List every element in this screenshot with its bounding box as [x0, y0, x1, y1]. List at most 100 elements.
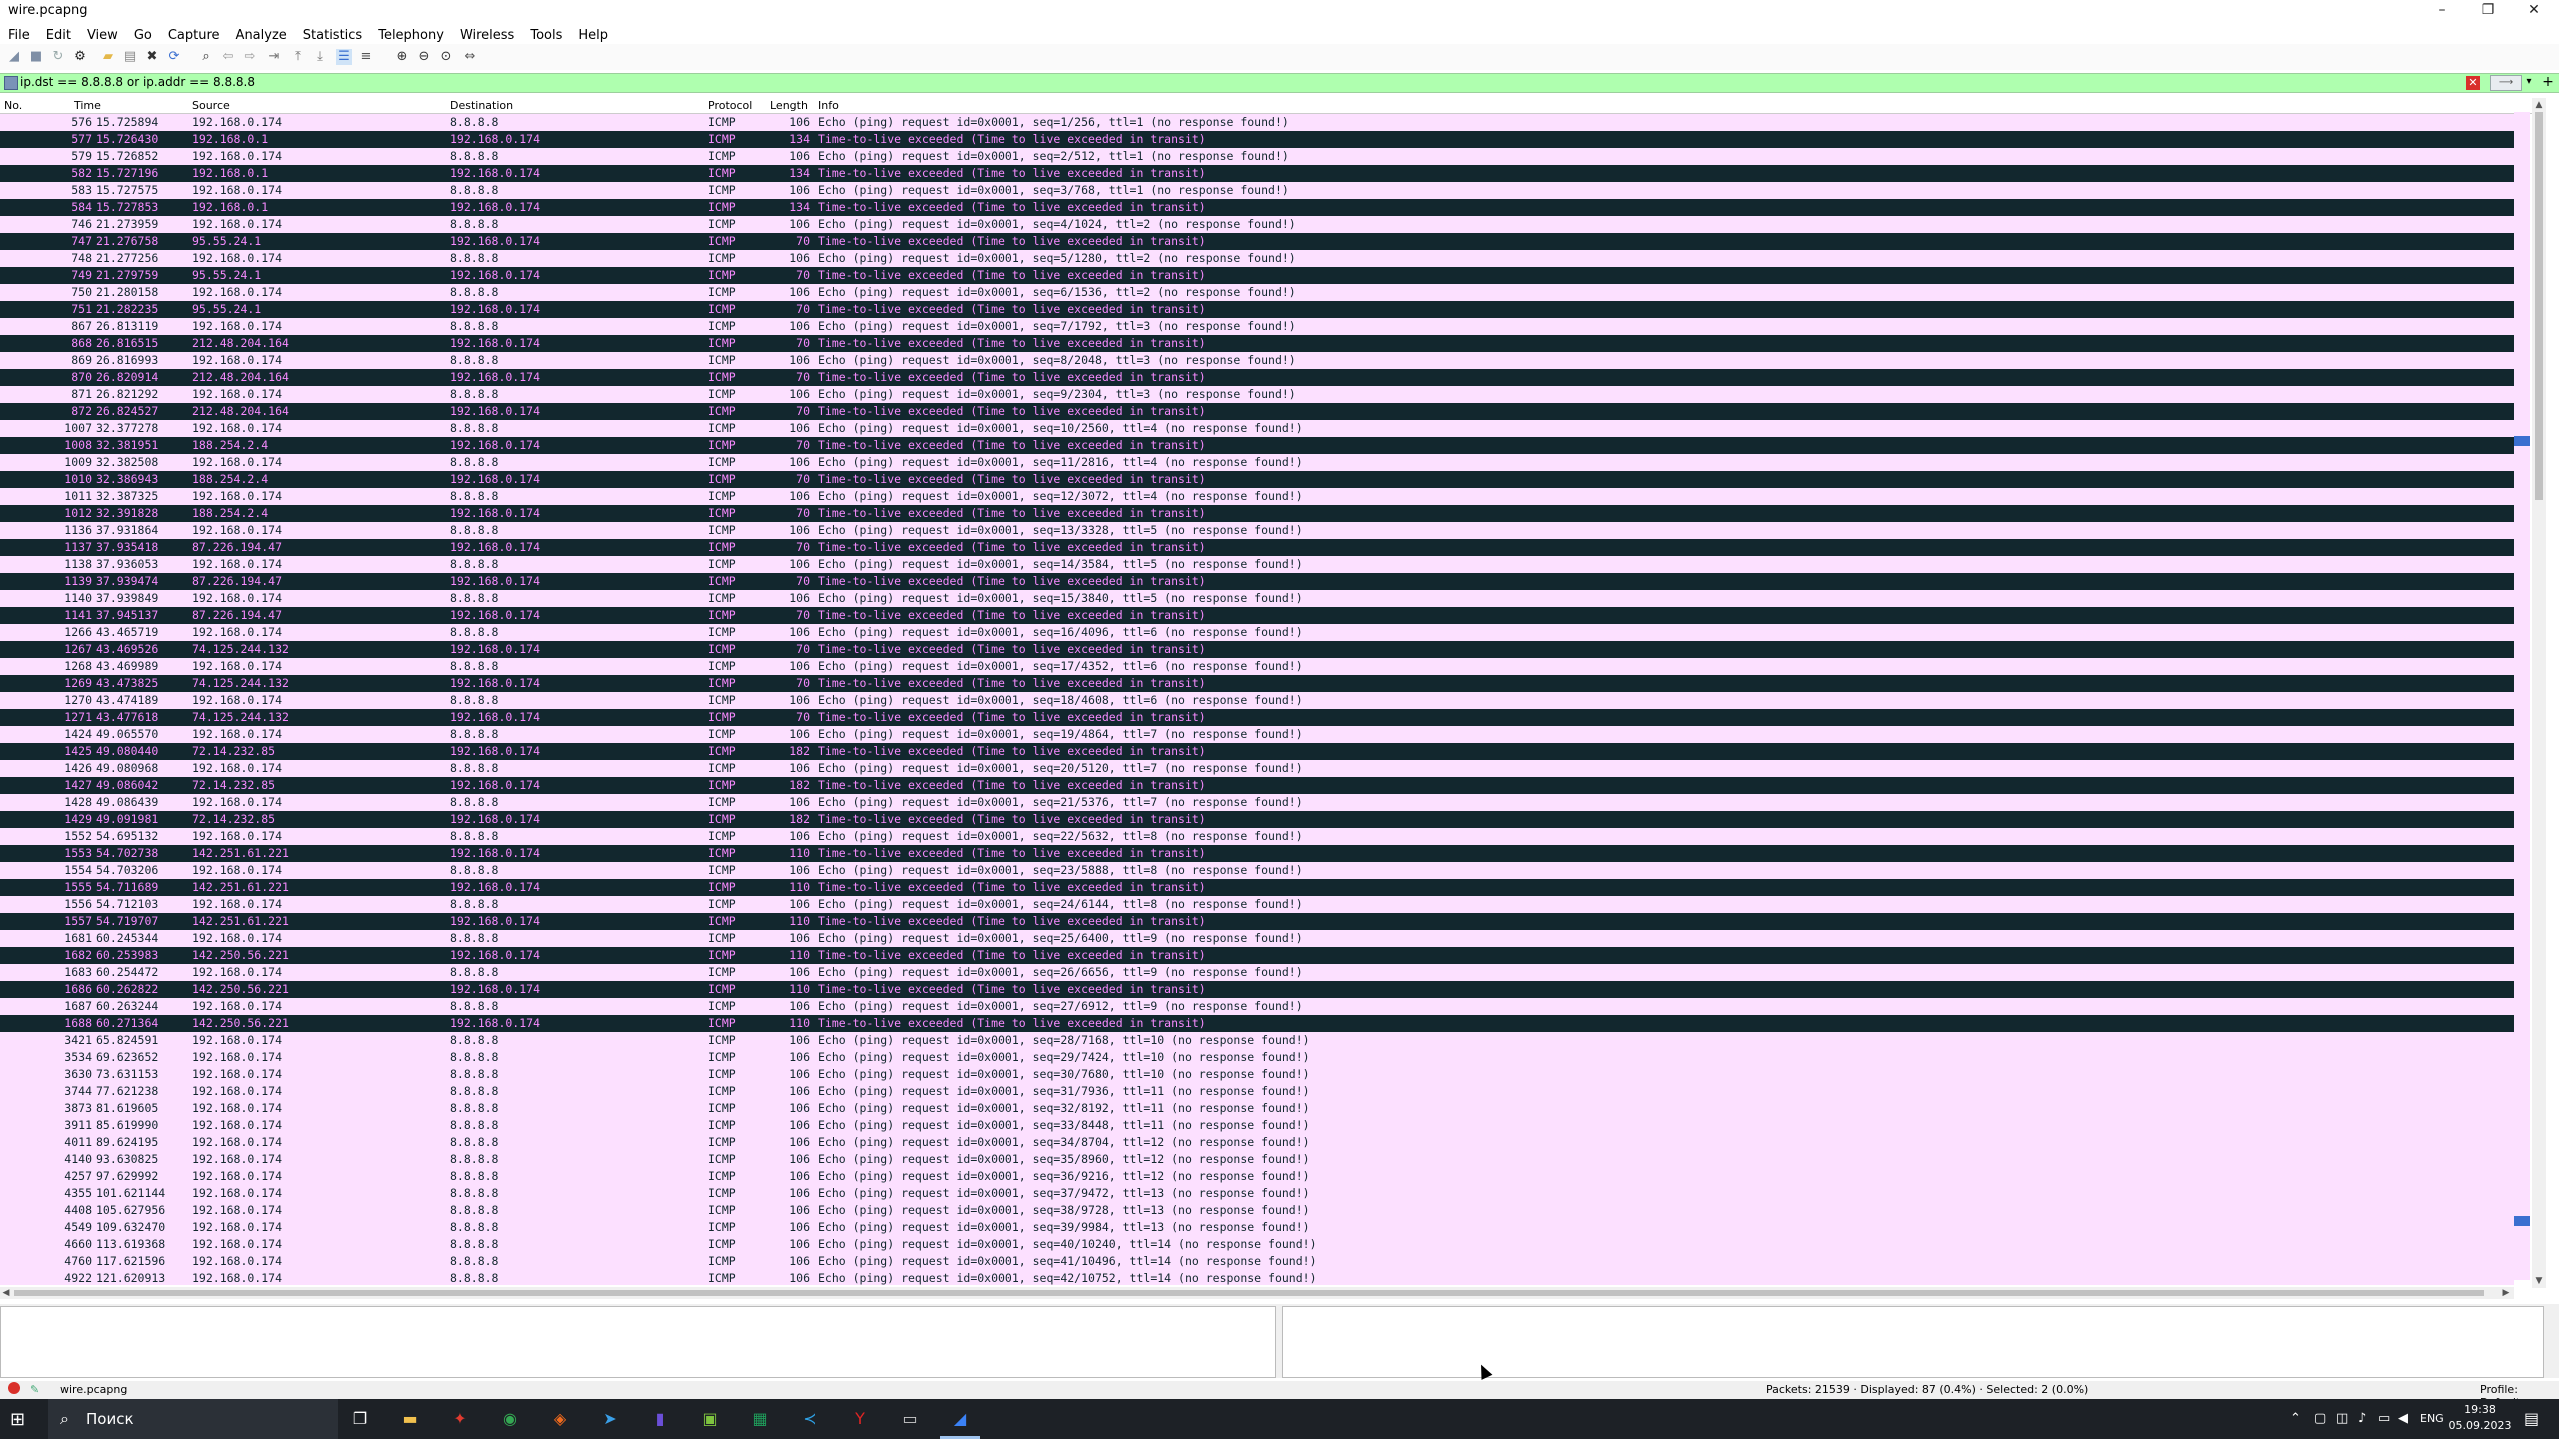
packet-row[interactable]: 1424 49.065570 192.168.0.174 8.8.8.8 ICMP 106… [0, 726, 2514, 743]
open-file-icon[interactable]: ▰ [100, 49, 116, 65]
packet-row[interactable]: 1012 32.391828 188.254.2.4 192.168.0.174 ICM… [0, 505, 2514, 522]
vertical-scrollbar[interactable]: ▲ ▼ [2532, 98, 2546, 1288]
packet-details-pane[interactable] [0, 1306, 1276, 1378]
menu-analyze[interactable]: Analyze [228, 26, 295, 45]
packet-row[interactable]: 1428 49.086439 192.168.0.174 8.8.8.8 ICMP 106… [0, 794, 2514, 811]
menu-wireless[interactable]: Wireless [452, 26, 522, 45]
packet-row[interactable]: 1682 60.253983 142.250.56.221 192.168.0.174… [0, 947, 2514, 964]
packet-row[interactable]: 577 15.726430 192.168.0.1 192.168.0.174 ICMP… [0, 131, 2514, 148]
packet-row[interactable]: 4549 109.632470 192.168.0.174 8.8.8.8 ICMP 10… [0, 1219, 2514, 1236]
packet-row[interactable]: 1007 32.377278 192.168.0.174 8.8.8.8 ICMP 106… [0, 420, 2514, 437]
packet-row[interactable]: 4140 93.630825 192.168.0.174 8.8.8.8 ICMP 106… [0, 1151, 2514, 1168]
close-file-icon[interactable]: ✖ [144, 49, 160, 65]
bookmark-icon[interactable] [4, 76, 18, 90]
packet-row[interactable]: 582 15.727196 192.168.0.1 192.168.0.174 ICMP… [0, 165, 2514, 182]
packet-row[interactable]: 1141 37.945137 87.226.194.47 192.168.0.174 I… [0, 607, 2514, 624]
menu-view[interactable]: View [79, 26, 126, 45]
packet-row[interactable]: 583 15.727575 192.168.0.174 8.8.8.8 ICMP 106 E… [0, 182, 2514, 199]
edit-comment-icon[interactable]: ✎ [30, 1383, 39, 1396]
menu-help[interactable]: Help [570, 26, 616, 45]
taskbar-search[interactable]: ⌕ Поиск [48, 1399, 338, 1439]
packet-row[interactable]: 1140 37.939849 192.168.0.174 8.8.8.8 ICMP 106… [0, 590, 2514, 607]
packet-row[interactable]: 871 26.821292 192.168.0.174 8.8.8.8 ICMP 106 E… [0, 386, 2514, 403]
col-header-info[interactable]: Info [818, 99, 839, 112]
stop-capture-icon[interactable]: ■ [28, 49, 44, 65]
excel-icon[interactable]: ▦ [746, 1405, 774, 1433]
col-header-no[interactable]: No. [4, 99, 22, 112]
packet-row[interactable]: 870 26.820914 212.48.204.164 192.168.0.174 I… [0, 369, 2514, 386]
packet-row[interactable]: 868 26.816515 212.48.204.164 192.168.0.174 I… [0, 335, 2514, 352]
wireshark-icon[interactable]: ◢ [946, 1405, 974, 1433]
packet-row[interactable]: 1008 32.381951 188.254.2.4 192.168.0.174 ICM… [0, 437, 2514, 454]
menu-telephony[interactable]: Telephony [370, 26, 452, 45]
packet-row[interactable]: 749 21.279759 95.55.24.1 192.168.0.174 ICMP 7… [0, 267, 2514, 284]
capture-status-icon[interactable] [8, 1382, 20, 1394]
apply-filter-icon[interactable]: ⟶ [2490, 75, 2522, 91]
packet-list[interactable]: 576 15.725894 192.168.0.174 8.8.8.8 ICMP 106 E… [0, 114, 2514, 1285]
packet-row[interactable]: 1425 49.080440 72.14.232.85 192.168.0.174 IC… [0, 743, 2514, 760]
taskbar-clock[interactable]: 19:38 05.09.2023 [2440, 1402, 2520, 1434]
telegram-icon[interactable]: ➤ [596, 1405, 624, 1433]
go-forward-icon[interactable]: ⇨ [242, 49, 258, 65]
packet-row[interactable]: 867 26.813119 192.168.0.174 8.8.8.8 ICMP 106 E… [0, 318, 2514, 335]
packet-row[interactable]: 4011 89.624195 192.168.0.174 8.8.8.8 ICMP 106… [0, 1134, 2514, 1151]
packet-row[interactable]: 1267 43.469526 74.125.244.132 192.168.0.174… [0, 641, 2514, 658]
packet-row[interactable]: 1554 54.703206 192.168.0.174 8.8.8.8 ICMP 106… [0, 862, 2514, 879]
packet-row[interactable]: 751 21.282235 95.55.24.1 192.168.0.174 ICMP 7… [0, 301, 2514, 318]
microphone-icon[interactable]: ♪ [2358, 1411, 2366, 1426]
start-capture-icon[interactable]: ◢ [6, 49, 22, 65]
colorize-icon[interactable]: ≡ [358, 49, 374, 65]
packet-row[interactable]: 1139 37.939474 87.226.194.47 192.168.0.174 I… [0, 573, 2514, 590]
horizontal-scrollbar[interactable]: ◀ ▶ [0, 1287, 2514, 1299]
yandex-browser-icon[interactable]: Y [846, 1405, 874, 1433]
maximize-button[interactable]: ❐ [2468, 0, 2508, 22]
file-explorer-icon[interactable]: ▬ [396, 1405, 424, 1433]
menu-edit[interactable]: Edit [38, 26, 79, 45]
pdf-app-icon[interactable]: ✦ [446, 1405, 474, 1433]
minimize-button[interactable]: – [2422, 0, 2462, 22]
packet-row[interactable]: 1556 54.712103 192.168.0.174 8.8.8.8 ICMP 106… [0, 896, 2514, 913]
save-file-icon[interactable]: ▤ [122, 49, 138, 65]
zoom-out-icon[interactable]: ⊖ [416, 49, 432, 65]
packet-bytes-pane[interactable] [1282, 1306, 2544, 1378]
packet-minimap[interactable] [2514, 112, 2530, 1280]
packet-row[interactable]: 584 15.727853 192.168.0.1 192.168.0.174 ICMP… [0, 199, 2514, 216]
scroll-up-icon[interactable]: ▲ [2532, 98, 2546, 112]
go-back-icon[interactable]: ⇦ [220, 49, 236, 65]
packet-row[interactable]: 4922 121.620913 192.168.0.174 8.8.8.8 ICMP 10… [0, 1270, 2514, 1285]
packet-row[interactable]: 3744 77.621238 192.168.0.174 8.8.8.8 ICMP 106… [0, 1083, 2514, 1100]
menu-go[interactable]: Go [126, 26, 160, 45]
scroll-down-icon[interactable]: ▼ [2532, 1274, 2546, 1288]
hscroll-thumb[interactable] [14, 1290, 2484, 1296]
packet-row[interactable]: 1010 32.386943 188.254.2.4 192.168.0.174 ICM… [0, 471, 2514, 488]
first-packet-icon[interactable]: ⤒ [290, 49, 306, 65]
packet-row[interactable]: 1271 43.477618 74.125.244.132 192.168.0.174… [0, 709, 2514, 726]
chrome-icon[interactable]: ◉ [496, 1405, 524, 1433]
clear-filter-icon[interactable]: ✕ [2466, 76, 2480, 90]
display-filter-input[interactable] [20, 74, 2450, 90]
last-packet-icon[interactable]: ⤓ [312, 49, 328, 65]
packet-row[interactable]: 872 26.824527 212.48.204.164 192.168.0.174 I… [0, 403, 2514, 420]
packet-row[interactable]: 3911 85.619990 192.168.0.174 8.8.8.8 ICMP 106… [0, 1117, 2514, 1134]
packet-row[interactable]: 576 15.725894 192.168.0.174 8.8.8.8 ICMP 106 E… [0, 114, 2514, 131]
menu-statistics[interactable]: Statistics [295, 26, 370, 45]
close-button[interactable]: ✕ [2514, 0, 2554, 22]
packet-row[interactable]: 750 21.280158 192.168.0.174 8.8.8.8 ICMP 106 E… [0, 284, 2514, 301]
packet-row[interactable]: 746 21.273959 192.168.0.174 8.8.8.8 ICMP 106 E… [0, 216, 2514, 233]
pycharm-icon[interactable]: ▣ [696, 1405, 724, 1433]
tray-app-icon[interactable]: ▢ [2314, 1411, 2326, 1426]
menu-tools[interactable]: Tools [522, 26, 570, 45]
resize-columns-icon[interactable]: ⇔ [462, 49, 478, 65]
packet-row[interactable]: 4760 117.621596 192.168.0.174 8.8.8.8 ICMP 10… [0, 1253, 2514, 1270]
app-orange-icon[interactable]: ◈ [546, 1405, 574, 1433]
tray-camera-icon[interactable]: ◫ [2336, 1411, 2348, 1426]
visual-studio-icon[interactable]: ▮ [646, 1405, 674, 1433]
col-header-length[interactable]: Length [770, 99, 808, 112]
col-header-destination[interactable]: Destination [450, 99, 513, 112]
packet-row[interactable]: 1266 43.465719 192.168.0.174 8.8.8.8 ICMP 106… [0, 624, 2514, 641]
packet-row[interactable]: 1683 60.254472 192.168.0.174 8.8.8.8 ICMP 106… [0, 964, 2514, 981]
scroll-left-icon[interactable]: ◀ [0, 1287, 12, 1299]
packet-row[interactable]: 579 15.726852 192.168.0.174 8.8.8.8 ICMP 106 E… [0, 148, 2514, 165]
volume-icon[interactable]: ◀ [2398, 1411, 2408, 1426]
find-packet-icon[interactable]: ⌕ [198, 49, 214, 65]
